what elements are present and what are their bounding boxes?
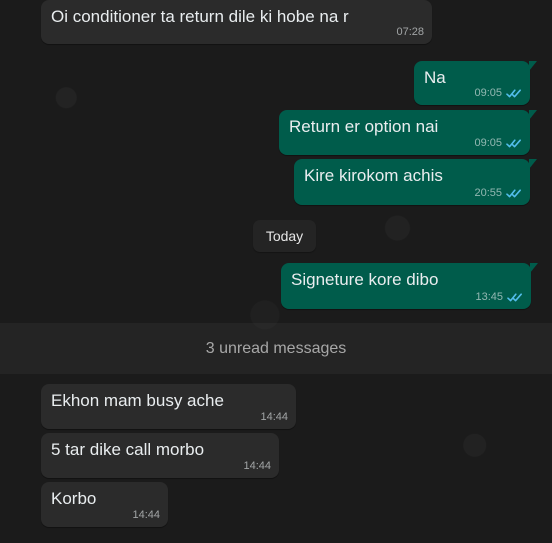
message-bubble-outgoing[interactable]: Na 09:05 [414, 61, 537, 105]
message-bubble-outgoing[interactable]: Signeture kore dibo 13:45 [281, 263, 538, 309]
message-bubble-incoming[interactable]: 5 tar dike call morbo 14:44 [41, 433, 279, 478]
message-text: Return er option nai [289, 117, 439, 136]
message-text: Na [424, 68, 446, 87]
message-text: Kire kirokom achis [304, 166, 443, 185]
message-bubble-outgoing[interactable]: Return er option nai 09:05 [279, 110, 537, 155]
double-check-read-icon [507, 292, 522, 301]
message-text: 5 tar dike call morbo [51, 440, 205, 459]
message-bubble-incoming[interactable]: Ekhon mam busy ache 14:44 [41, 384, 296, 429]
message-meta: 09:05 [474, 87, 522, 99]
message-time: 20:55 [474, 187, 502, 199]
message-time: 13:45 [475, 291, 503, 303]
double-check-read-icon [506, 138, 521, 147]
message-meta: 14:44 [260, 411, 288, 423]
message-text: Ekhon mam busy ache [51, 391, 224, 410]
message-meta: 13:45 [475, 291, 523, 303]
message-time: 09:05 [474, 87, 502, 99]
message-time: 09:05 [474, 137, 502, 149]
message-bubble-incoming[interactable]: Oi conditioner ta return dile ki hobe na… [41, 0, 432, 44]
date-separator: Today [253, 220, 316, 252]
unread-messages-divider: 3 unread messages [0, 323, 552, 374]
message-time: 14:44 [132, 509, 160, 521]
message-meta: 20:55 [474, 187, 522, 199]
message-meta: 09:05 [474, 137, 522, 149]
chat-message-area[interactable]: Oi conditioner ta return dile ki hobe na… [0, 0, 552, 543]
message-text: Signeture kore dibo [291, 270, 439, 289]
message-meta: 14:44 [132, 509, 160, 521]
message-time: 14:44 [260, 411, 288, 423]
message-bubble-incoming[interactable]: Korbo 14:44 [41, 482, 168, 527]
double-check-read-icon [506, 188, 521, 197]
message-text: Korbo [51, 489, 97, 508]
message-meta: 07:28 [396, 26, 424, 38]
message-meta: 14:44 [243, 460, 271, 472]
message-time: 14:44 [243, 460, 271, 472]
message-time: 07:28 [396, 26, 424, 38]
message-text: Oi conditioner ta return dile ki hobe na… [51, 7, 349, 26]
double-check-read-icon [506, 88, 521, 97]
message-bubble-outgoing[interactable]: Kire kirokom achis 20:55 [294, 159, 537, 205]
